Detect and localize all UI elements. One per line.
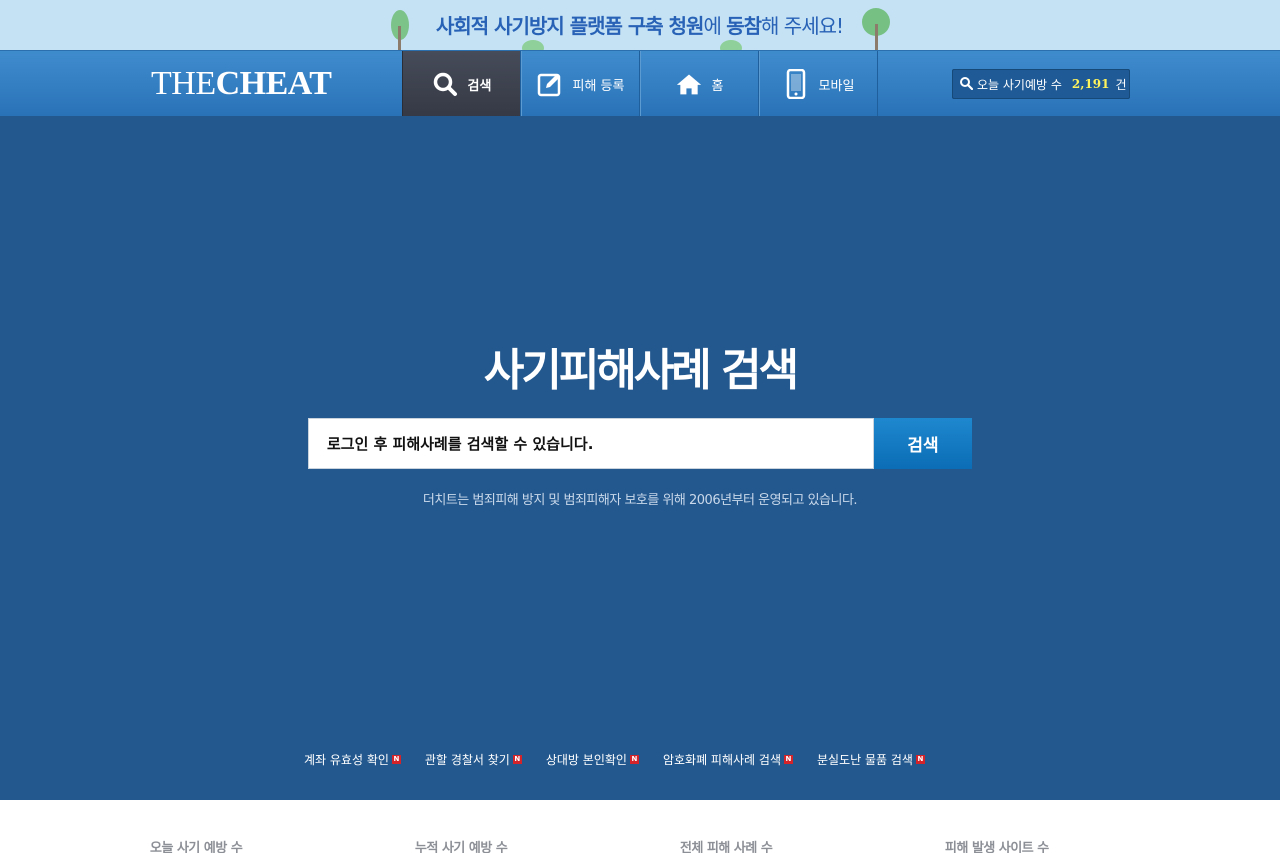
search-button[interactable]: 검색	[874, 418, 972, 469]
new-badge: N	[391, 755, 401, 764]
main-header: THECHEAT 검색 피해 등록 홈 모바일 오늘 사기예방 수 2,191 …	[0, 50, 1280, 117]
counter-value: 2,191	[1071, 77, 1110, 91]
nav-search-label: 검색	[467, 78, 492, 94]
nav-home[interactable]: 홈	[640, 51, 759, 117]
shrub-right-icon	[720, 40, 744, 50]
new-badge: N	[915, 755, 925, 764]
new-badge: N	[629, 755, 639, 764]
home-icon	[676, 71, 702, 97]
petition-banner[interactable]: 사회적 사기방지 플랫폼 구축 청원에 동참해 주세요!	[0, 0, 1280, 50]
stat-sites: 피해 발생 사이트 수	[945, 841, 1049, 853]
search-icon	[432, 71, 458, 97]
nav-report[interactable]: 피해 등록	[521, 51, 640, 117]
new-badge: N	[783, 755, 793, 764]
counter-unit: 건	[1115, 77, 1127, 92]
new-badge: N	[512, 755, 522, 764]
tree-left-icon	[388, 8, 412, 50]
nav-home-label: 홈	[711, 78, 724, 94]
stat-today-prevention: 오늘 사기 예방 수	[150, 841, 243, 853]
nav-search[interactable]: 검색	[402, 51, 521, 117]
nav-report-label: 피해 등록	[572, 78, 625, 94]
quick-link-police-station[interactable]: 관할 경찰서 찾기 N	[425, 751, 522, 768]
page-title: 사기피해사례 검색	[483, 345, 799, 396]
search-input[interactable]: 로그인 후 피해사례를 검색할 수 있습니다.	[308, 418, 874, 469]
quick-link-account-check[interactable]: 계좌 유효성 확인 N	[304, 751, 401, 768]
tree-right-icon	[860, 8, 892, 50]
stats-section: 오늘 사기 예방 수 누적 사기 예방 수 전체 피해 사례 수 피해 발생 사…	[0, 800, 1280, 853]
shrub-left-icon	[522, 40, 546, 50]
quick-link-crypto-search[interactable]: 암호화폐 피해사례 검색 N	[663, 751, 793, 768]
today-prevention-counter: 오늘 사기예방 수 2,191 건	[952, 69, 1130, 99]
main-nav: 검색 피해 등록 홈 모바일	[402, 51, 878, 117]
counter-label: 오늘 사기예방 수	[977, 77, 1062, 92]
nav-mobile-label: 모바일	[818, 78, 855, 94]
hero-subtitle: 더치트는 범죄피해 방지 및 범죄피해자 보호를 위해 2006년부터 운영되고…	[422, 493, 858, 508]
stat-total-cases: 전체 피해 사례 수	[680, 841, 773, 853]
stat-total-prevention: 누적 사기 예방 수	[415, 841, 508, 853]
edit-icon	[537, 71, 563, 97]
quick-links: 계좌 유효성 확인 N 관할 경찰서 찾기 N 상대방 본인확인 N 암호화폐 …	[304, 751, 925, 768]
quick-link-identity-check[interactable]: 상대방 본인확인 N	[546, 751, 639, 768]
mobile-icon	[783, 69, 809, 99]
counter-search-icon	[959, 76, 974, 93]
quick-link-lost-items[interactable]: 분실도난 물품 검색 N	[817, 751, 925, 768]
logo[interactable]: THECHEAT	[151, 65, 332, 103]
nav-mobile[interactable]: 모바일	[759, 51, 878, 117]
hero-section: 사기피해사례 검색 로그인 후 피해사례를 검색할 수 있습니다. 검색 더치트…	[0, 116, 1280, 800]
banner-text: 사회적 사기방지 플랫폼 구축 청원에 동참해 주세요!	[436, 14, 844, 38]
